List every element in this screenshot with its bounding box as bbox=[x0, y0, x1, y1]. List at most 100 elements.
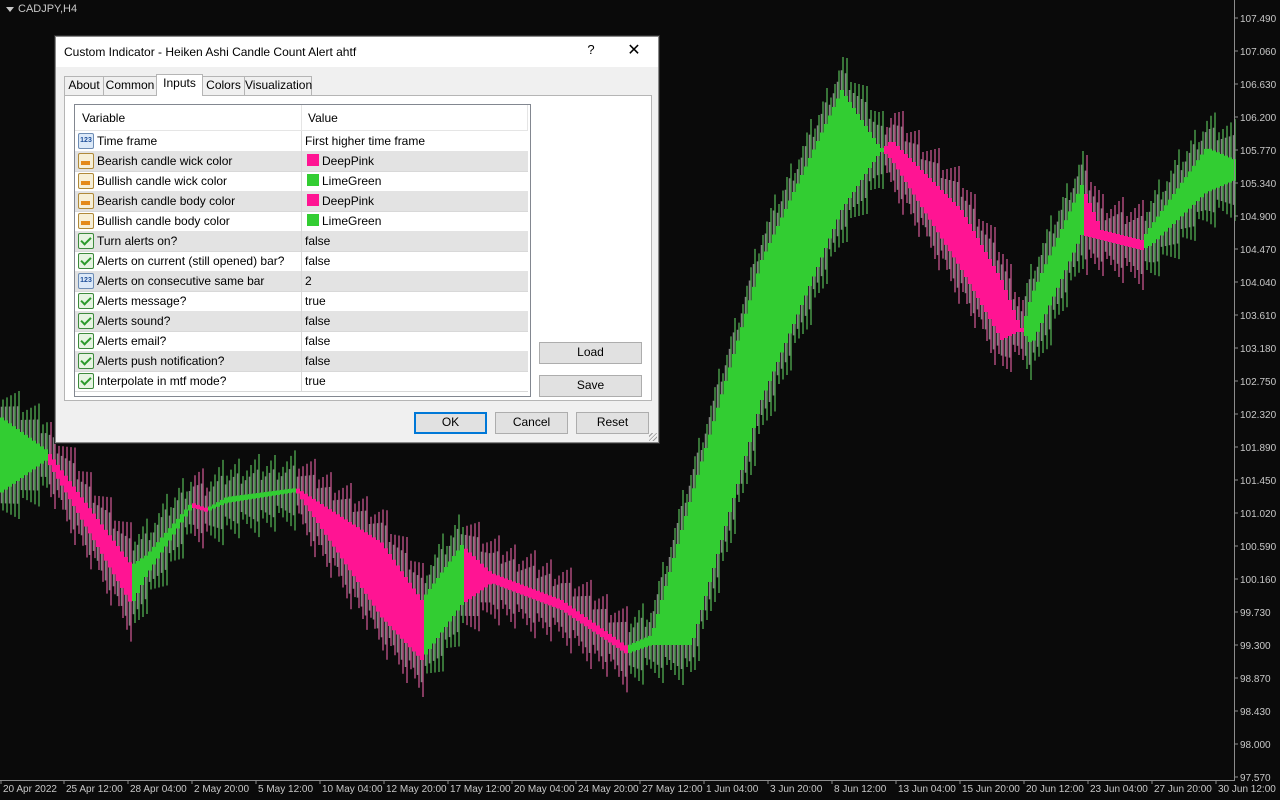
ha-candle-body bbox=[544, 593, 548, 604]
ha-candle-body bbox=[180, 514, 184, 523]
save-button[interactable]: Save bbox=[539, 375, 642, 397]
ha-candle-body bbox=[928, 178, 932, 220]
ha-candle-body bbox=[264, 491, 268, 497]
cell-separator bbox=[301, 131, 302, 151]
ha-candle-body bbox=[796, 183, 800, 315]
input-value[interactable]: false bbox=[305, 254, 330, 268]
time-label: 15 Jun 20:00 bbox=[962, 784, 1020, 795]
ha-candle-body bbox=[556, 598, 560, 609]
ha-candle-body bbox=[572, 608, 576, 619]
ha-candle-body bbox=[736, 340, 740, 484]
input-row[interactable]: 123 Alerts on consecutive same bar 2 bbox=[75, 271, 528, 292]
input-value[interactable]: DeepPink bbox=[322, 194, 374, 208]
input-row[interactable]: Interpolate in mtf mode? true bbox=[75, 371, 528, 392]
time-label: 28 Apr 04:00 bbox=[130, 784, 187, 795]
close-icon[interactable]: ✕ bbox=[622, 40, 646, 62]
ha-candle-body bbox=[240, 495, 244, 501]
input-value[interactable]: false bbox=[305, 314, 330, 328]
price-label: 100.160 bbox=[1240, 575, 1277, 586]
input-row[interactable]: 123 Time frame First higher time frame bbox=[75, 131, 528, 152]
input-value[interactable]: 2 bbox=[305, 274, 312, 288]
input-row[interactable]: Alerts email? false bbox=[75, 331, 528, 352]
ha-candle-body bbox=[116, 546, 120, 582]
color-swatch[interactable] bbox=[307, 154, 319, 166]
ha-candle-body bbox=[864, 126, 868, 174]
dialog-title: Custom Indicator - Heiken Ashi Candle Co… bbox=[64, 45, 357, 59]
input-row[interactable]: Alerts on current (still opened) bar? fal… bbox=[75, 251, 528, 272]
time-label: 27 Jun 20:00 bbox=[1154, 784, 1212, 795]
input-row[interactable]: Bearish candle wick color DeepPink bbox=[75, 151, 528, 172]
column-separator[interactable] bbox=[301, 105, 302, 130]
resize-grip-icon[interactable] bbox=[649, 433, 657, 441]
cell-separator bbox=[301, 291, 302, 311]
ha-candle-body bbox=[1196, 160, 1200, 202]
ha-candle-body bbox=[656, 614, 660, 645]
tab-visualization[interactable]: Visualization bbox=[244, 76, 312, 95]
input-value[interactable]: LimeGreen bbox=[322, 174, 381, 188]
input-row[interactable]: Bullish candle body color LimeGreen bbox=[75, 211, 528, 232]
ha-candle-body bbox=[92, 513, 96, 541]
ha-candle-body bbox=[1068, 211, 1072, 262]
tab-inputs[interactable]: Inputs bbox=[156, 74, 203, 96]
help-icon[interactable]: ? bbox=[584, 42, 598, 57]
ha-candle-body bbox=[128, 562, 132, 602]
tab-about[interactable]: About bbox=[64, 76, 104, 95]
chart-symbol-label: CADJPY,H4 bbox=[18, 3, 78, 15]
input-variable-name: Bearish candle body color bbox=[97, 194, 236, 208]
input-variable-name: Turn alerts on? bbox=[97, 234, 178, 248]
ha-candle-body bbox=[536, 590, 540, 601]
tab-common[interactable]: Common bbox=[103, 76, 157, 95]
chart-menu-triangle-icon[interactable] bbox=[6, 6, 14, 12]
ha-candle-body bbox=[1144, 234, 1148, 248]
input-row[interactable]: Alerts push notification? false bbox=[75, 351, 528, 372]
ha-candle-body bbox=[1112, 233, 1116, 243]
ha-candle-body bbox=[228, 496, 232, 503]
ha-candle-body bbox=[440, 572, 444, 633]
dialog-titlebar[interactable]: Custom Indicator - Heiken Ashi Candle Co… bbox=[56, 37, 658, 67]
ha-candle-body bbox=[584, 616, 588, 627]
ha-candle-body bbox=[100, 524, 104, 554]
input-value[interactable]: false bbox=[305, 334, 330, 348]
ha-candle-body bbox=[372, 537, 376, 606]
price-label: 104.470 bbox=[1240, 245, 1277, 256]
color-swatch[interactable] bbox=[307, 214, 319, 226]
input-row[interactable]: Bullish candle wick color LimeGreen bbox=[75, 171, 528, 192]
color-swatch[interactable] bbox=[307, 194, 319, 206]
input-value[interactable]: First higher time frame bbox=[305, 134, 425, 148]
ha-candle-body bbox=[1096, 221, 1100, 239]
input-value[interactable]: false bbox=[305, 354, 330, 368]
input-row[interactable]: Turn alerts on? false bbox=[75, 231, 528, 252]
variable-column-header[interactable]: Variable bbox=[82, 111, 125, 125]
ha-candle-body bbox=[380, 542, 384, 618]
cell-separator bbox=[301, 151, 302, 171]
price-label: 100.590 bbox=[1240, 542, 1277, 553]
cancel-button[interactable]: Cancel bbox=[495, 412, 568, 434]
ha-candle-body bbox=[704, 448, 708, 596]
tab-colors[interactable]: Colors bbox=[202, 76, 245, 95]
load-button[interactable]: Load bbox=[539, 342, 642, 364]
input-value[interactable]: false bbox=[305, 234, 330, 248]
ok-button[interactable]: OK bbox=[414, 412, 487, 434]
input-value[interactable]: true bbox=[305, 294, 326, 308]
ha-candle-body bbox=[184, 509, 188, 517]
ha-candle-body bbox=[1028, 302, 1032, 342]
ha-candle-body bbox=[72, 486, 76, 507]
ha-candle-body bbox=[124, 556, 128, 595]
input-value[interactable]: LimeGreen bbox=[322, 214, 381, 228]
color-swatch[interactable] bbox=[307, 174, 319, 186]
input-row[interactable]: Alerts message? true bbox=[75, 291, 528, 312]
inputs-grid[interactable]: Variable Value 123 Time frame First higher… bbox=[74, 104, 531, 397]
input-row[interactable]: Bearish candle body color DeepPink bbox=[75, 191, 528, 212]
input-value[interactable]: DeepPink bbox=[322, 154, 374, 168]
ha-candle-body bbox=[848, 102, 852, 198]
value-column-header[interactable]: Value bbox=[308, 111, 338, 125]
chart-symbol: CADJPY,H4 bbox=[6, 3, 77, 15]
ha-candle-body bbox=[332, 511, 336, 547]
ha-candle-body bbox=[1208, 148, 1212, 192]
reset-button[interactable]: Reset bbox=[576, 412, 649, 434]
ha-candle-body bbox=[1136, 239, 1140, 249]
column-separator bbox=[527, 105, 528, 130]
input-row[interactable]: Alerts sound? false bbox=[75, 311, 528, 332]
input-value[interactable]: true bbox=[305, 374, 326, 388]
ha-candle-body bbox=[784, 209, 788, 343]
